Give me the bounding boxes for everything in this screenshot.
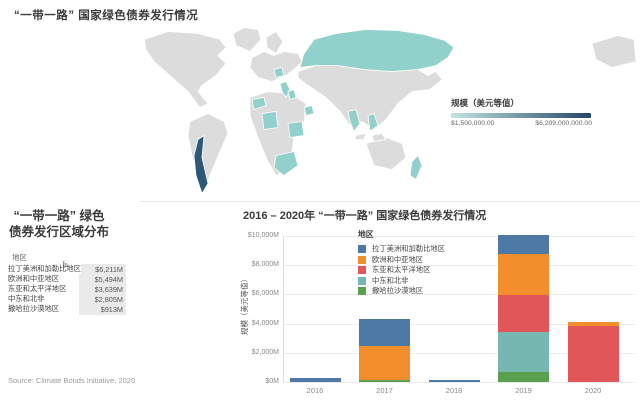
table-row-label: 中东和北非 <box>8 294 79 304</box>
bar-segment-2020[interactable] <box>568 326 619 382</box>
table-row-label: 欧洲和中亚地区 <box>8 274 79 284</box>
dashboard: “一带一路” 国家绿色债券发行情况 <box>0 0 640 402</box>
bar-segment-2017[interactable] <box>359 346 410 380</box>
gridline <box>283 236 635 237</box>
chart-legend-item[interactable]: 欧洲和中亚地区 <box>358 255 445 266</box>
y-tick-label: $0M <box>237 378 279 385</box>
bar-segment-2019[interactable] <box>498 254 549 295</box>
chart-legend-item[interactable]: 撒哈拉沙漠地区 <box>358 286 445 297</box>
table-row-value: $913M <box>79 304 126 315</box>
gridline <box>283 294 635 295</box>
table-row[interactable]: 东亚和太平洋地区$3,639M <box>8 284 126 294</box>
map-region-north-america[interactable] <box>144 32 226 108</box>
x-tick-label: 2017 <box>355 386 415 395</box>
map-region-niger[interactable] <box>262 112 278 130</box>
x-tick-label: 2018 <box>424 386 484 395</box>
map-region-indonesia[interactable] <box>354 134 386 142</box>
legend-label: 撒哈拉沙漠地区 <box>372 286 423 296</box>
chart-legend[interactable]: 地区 拉丁美洲和加勒比地区欧洲和中亚地区东亚和太平洋地区中东和北非撒哈拉沙漠地区 <box>358 229 445 297</box>
region-panel-title-line2: 债券发行区域分布 <box>0 224 118 240</box>
map-region-egypt[interactable] <box>288 122 304 138</box>
legend-label: 中东和北非 <box>372 276 408 286</box>
region-distribution-panel: “一带一路” 绿色 债券发行区域分布 地区 拉丁美洲和加勒比地区$6,211M欧… <box>0 204 232 402</box>
region-table-rows: 拉丁美洲和加勒比地区$6,211M欧洲和中亚地区$5,494M东亚和太平洋地区$… <box>8 264 126 314</box>
x-tick-label: 2019 <box>494 386 554 395</box>
bar-segment-2016[interactable] <box>290 378 341 382</box>
table-header-region: 地区 <box>12 252 27 263</box>
y-tick-label: $2,000M <box>237 349 279 356</box>
y-axis-line <box>283 236 284 382</box>
section-divider <box>140 201 640 202</box>
bar-segment-2017[interactable] <box>359 380 410 382</box>
table-row-label: 撒哈拉沙漠地区 <box>8 304 79 314</box>
map-region-greenland[interactable] <box>233 28 261 52</box>
legend-swatch-icon <box>358 256 366 264</box>
x-tick-label: 2016 <box>285 386 345 395</box>
table-row-label: 东亚和太平洋地区 <box>8 284 79 294</box>
bar-segment-2019[interactable] <box>498 372 549 382</box>
y-tick-label: $6,000M <box>237 290 279 297</box>
map-region-russia[interactable] <box>300 30 454 72</box>
bar-segment-2017[interactable] <box>359 319 410 346</box>
table-row[interactable]: 欧洲和中亚地区$5,494M <box>8 274 126 284</box>
legend-swatch-icon <box>358 245 366 253</box>
table-row[interactable]: 撒哈拉沙漠地区$913M <box>8 304 126 314</box>
y-tick-label: $4,000M <box>237 320 279 327</box>
page-title: “一带一路” 国家绿色债券发行情况 <box>14 7 198 23</box>
chart-legend-item[interactable]: 中东和北非 <box>358 276 445 287</box>
map-region-uae[interactable] <box>304 106 314 116</box>
map-legend-min-label: $1,500,000.00 <box>451 120 494 127</box>
bar-segment-2019[interactable] <box>498 235 549 255</box>
chart-legend-title: 地区 <box>358 229 445 240</box>
chart-legend-items: 拉丁美洲和加勒比地区欧洲和中亚地区东亚和太平洋地区中东和北非撒哈拉沙漠地区 <box>358 244 445 297</box>
map-region-new-zealand[interactable] <box>410 156 422 180</box>
bar-segment-2018[interactable] <box>429 380 480 382</box>
map-panel: 规模（美元等值） $1,500,000.00 $6,209,000,000.00 <box>140 27 640 196</box>
chart-legend-item[interactable]: 东亚和太平洋地区 <box>358 265 445 276</box>
map-region-alaska[interactable] <box>592 36 636 68</box>
source-caption: Source: Climate Bonds Initiative, 2020 <box>8 376 135 385</box>
map-region-australia[interactable] <box>366 138 406 170</box>
map-region-scandinavia[interactable] <box>266 32 283 54</box>
bar-segment-2019[interactable] <box>498 332 549 372</box>
gridline <box>283 382 635 383</box>
legend-swatch-icon <box>358 287 366 295</box>
bar-chart-panel: 2016 – 2020年 “一带一路” 国家绿色债券发行情况 规模（美元等值） … <box>235 205 640 402</box>
chart-title: 2016 – 2020年 “一带一路” 国家绿色债券发行情况 <box>243 207 486 223</box>
region-panel-title-line1: “一带一路” 绿色 <box>0 208 118 224</box>
table-row[interactable]: 中东和北非$2,805M <box>8 294 126 304</box>
map-region-south-america[interactable] <box>188 114 228 192</box>
legend-label: 东亚和太平洋地区 <box>372 265 430 275</box>
x-tick-label: 2020 <box>563 386 623 395</box>
map-legend-gradient <box>451 113 591 118</box>
map-region-poland[interactable] <box>274 68 284 78</box>
table-row[interactable]: 拉丁美洲和加勒比地区$6,211M <box>8 264 126 274</box>
y-tick-label: $8,000M <box>237 261 279 268</box>
legend-label: 拉丁美洲和加勒比地区 <box>372 244 445 254</box>
map-size-legend[interactable]: 规模（美元等值） $1,500,000.00 $6,209,000,000.00 <box>451 97 592 127</box>
legend-swatch-icon <box>358 266 366 274</box>
bar-segment-2020[interactable] <box>568 322 619 326</box>
gridline <box>283 265 635 266</box>
bar-segment-2019[interactable] <box>498 295 549 332</box>
region-panel-title: “一带一路” 绿色 债券发行区域分布 <box>0 208 118 240</box>
y-tick-label: $10,000M <box>237 232 279 239</box>
chart-legend-item[interactable]: 拉丁美洲和加勒比地区 <box>358 244 445 255</box>
legend-swatch-icon <box>358 277 366 285</box>
map-legend-max-label: $6,209,000,000.00 <box>535 120 592 127</box>
table-row-label: 拉丁美洲和加勒比地区 <box>8 264 81 274</box>
legend-label: 欧洲和中亚地区 <box>372 255 423 265</box>
map-legend-title: 规模（美元等值） <box>451 97 592 109</box>
